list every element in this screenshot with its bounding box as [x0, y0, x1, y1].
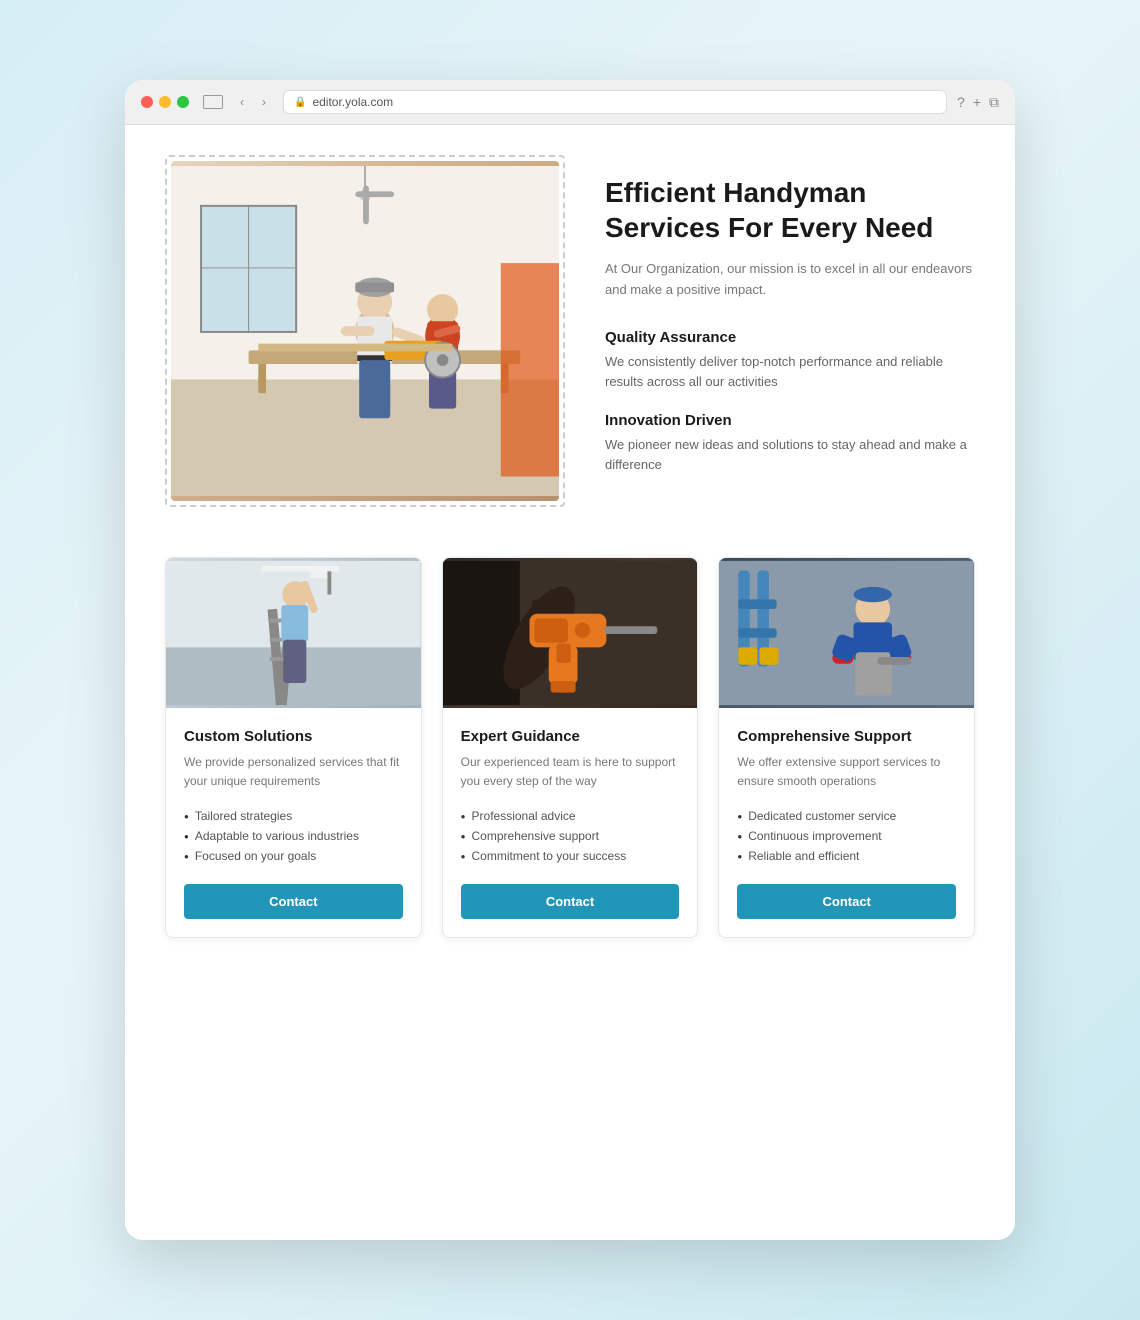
cards-section: Custom Solutions We provide personalized… — [165, 557, 975, 938]
list-item: Reliable and efficient — [737, 846, 956, 866]
list-item: Adaptable to various industries — [184, 826, 403, 846]
contact-button-3[interactable]: Contact — [737, 884, 956, 919]
hero-section: Efficient Handyman Services For Every Ne… — [165, 155, 975, 507]
card-image-2 — [443, 558, 698, 708]
hero-subtitle: At Our Organization, our mission is to e… — [605, 259, 975, 301]
hero-title: Efficient Handyman Services For Every Ne… — [605, 175, 975, 245]
nav-arrows: ‹ › — [233, 93, 273, 111]
list-item: Professional advice — [461, 806, 680, 826]
help-icon[interactable]: ? — [957, 94, 965, 110]
maximize-button[interactable] — [177, 96, 189, 108]
card-body-2: Expert Guidance Our experienced team is … — [443, 708, 698, 937]
list-item: Comprehensive support — [461, 826, 680, 846]
card-desc-1: We provide personalized services that fi… — [184, 753, 403, 790]
feature-quality-desc: We consistently deliver top-notch perfor… — [605, 352, 975, 392]
browser-window: ‹ › 🔒 editor.yola.com ? + ⧉ — [125, 80, 1015, 1240]
menu-icon[interactable]: ⧉ — [989, 94, 999, 111]
address-bar[interactable]: 🔒 editor.yola.com — [283, 90, 947, 114]
browser-chrome: ‹ › 🔒 editor.yola.com ? + ⧉ — [125, 80, 1015, 125]
card-body-1: Custom Solutions We provide personalized… — [166, 708, 421, 937]
card-desc-2: Our experienced team is here to support … — [461, 753, 680, 790]
card-body-3: Comprehensive Support We offer extensive… — [719, 708, 974, 937]
feature-innovation: Innovation Driven We pioneer new ideas a… — [605, 412, 975, 475]
list-item: Tailored strategies — [184, 806, 403, 826]
feature-innovation-title: Innovation Driven — [605, 412, 975, 429]
url-text: editor.yola.com — [312, 95, 393, 109]
card-title-1: Custom Solutions — [184, 728, 403, 745]
card-title-3: Comprehensive Support — [737, 728, 956, 745]
close-button[interactable] — [141, 96, 153, 108]
lock-icon: 🔒 — [294, 97, 306, 108]
feature-quality-title: Quality Assurance — [605, 329, 975, 346]
card-list-1: Tailored strategies Adaptable to various… — [184, 806, 403, 866]
card-custom-solutions: Custom Solutions We provide personalized… — [165, 557, 422, 938]
browser-actions: ? + ⧉ — [957, 94, 999, 111]
back-button[interactable]: ‹ — [233, 93, 251, 111]
contact-button-1[interactable]: Contact — [184, 884, 403, 919]
list-item: Focused on your goals — [184, 846, 403, 866]
list-item: Commitment to your success — [461, 846, 680, 866]
list-item: Continuous improvement — [737, 826, 956, 846]
hero-image-svg — [171, 161, 559, 501]
card-title-2: Expert Guidance — [461, 728, 680, 745]
list-item: Dedicated customer service — [737, 806, 956, 826]
card-desc-3: We offer extensive support services to e… — [737, 753, 956, 790]
card-comprehensive-support: Comprehensive Support We offer extensive… — [718, 557, 975, 938]
forward-button[interactable]: › — [255, 93, 273, 111]
contact-button-2[interactable]: Contact — [461, 884, 680, 919]
card-list-2: Professional advice Comprehensive suppor… — [461, 806, 680, 866]
hero-text: Efficient Handyman Services For Every Ne… — [605, 155, 975, 495]
page-content: Efficient Handyman Services For Every Ne… — [125, 125, 1015, 1240]
feature-quality: Quality Assurance We consistently delive… — [605, 329, 975, 392]
card-image-1 — [166, 558, 421, 708]
hero-image-wrapper — [165, 155, 565, 507]
minimize-button[interactable] — [159, 96, 171, 108]
hero-image — [171, 161, 559, 501]
card-list-3: Dedicated customer service Continuous im… — [737, 806, 956, 866]
card-image-3 — [719, 558, 974, 708]
traffic-lights — [141, 96, 189, 108]
add-tab-icon[interactable]: + — [973, 94, 981, 110]
card-expert-guidance: Expert Guidance Our experienced team is … — [442, 557, 699, 938]
tab-icon — [203, 95, 223, 109]
feature-innovation-desc: We pioneer new ideas and solutions to st… — [605, 435, 975, 475]
